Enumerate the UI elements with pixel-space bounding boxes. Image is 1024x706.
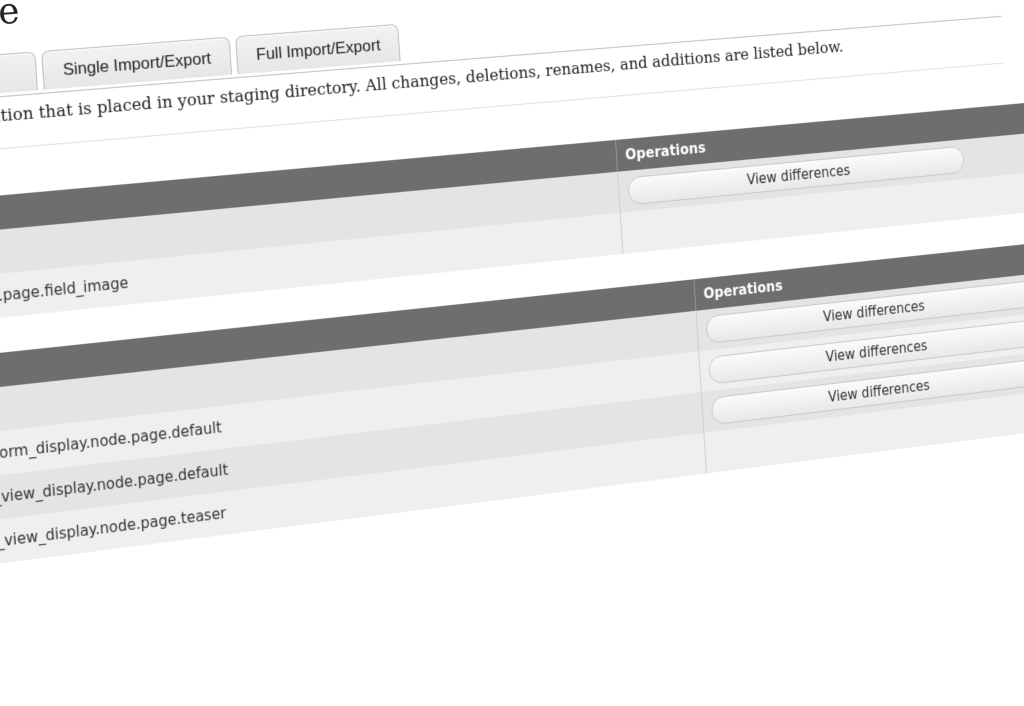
page-stage: onize Single Import/Export Full Import/E… xyxy=(0,0,1024,695)
tab-synchronize[interactable] xyxy=(0,51,38,98)
page-title: onize xyxy=(0,0,21,39)
tab-single-import-export[interactable]: Single Import/Export xyxy=(41,36,233,90)
